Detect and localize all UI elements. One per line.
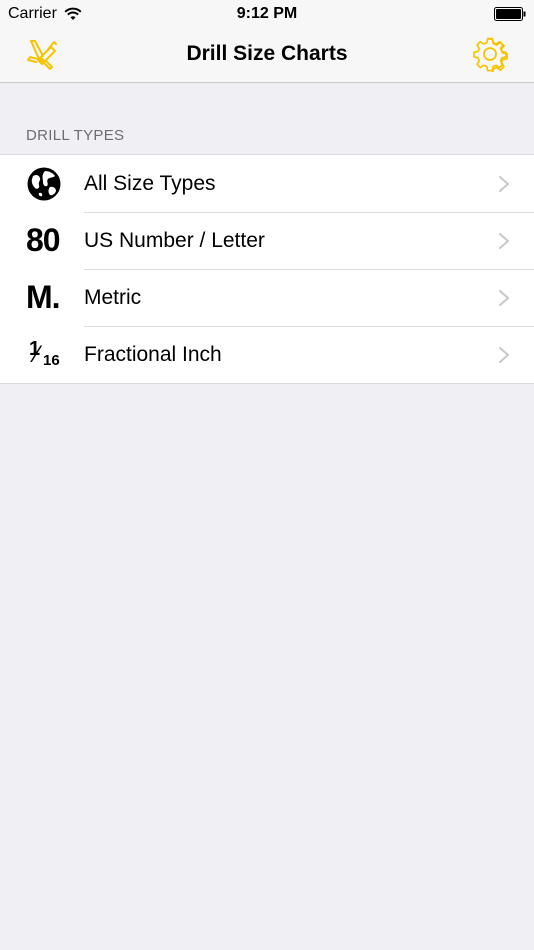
- globe-icon: [26, 155, 66, 212]
- chevron-right-icon: [499, 347, 509, 363]
- status-bar: Carrier 9:12 PM: [0, 0, 534, 28]
- list-item-all-size-types[interactable]: All Size Types: [0, 155, 534, 212]
- navigation-bar: Drill Size Charts: [0, 28, 534, 83]
- chevron-right-icon: [499, 290, 509, 306]
- list-item-label: US Number / Letter: [84, 229, 265, 252]
- gear-icon: [473, 37, 508, 72]
- list-item-label: Metric: [84, 286, 142, 309]
- fraction-slash: ⁄: [35, 340, 40, 368]
- list-item-us-number-letter[interactable]: 80 US Number / Letter: [0, 212, 534, 269]
- fraction-denominator: 16: [43, 351, 60, 369]
- status-time: 9:12 PM: [236, 5, 298, 22]
- page-title: Drill Size Charts: [186, 42, 348, 65]
- drill-types-list: All Size Types 80 US Number / Letter M. …: [0, 154, 534, 384]
- chevron-right-icon: [499, 233, 509, 249]
- fraction-icon: 1 ⁄ 16: [26, 326, 66, 383]
- chevron-right-icon: [499, 176, 509, 192]
- list-item-label: All Size Types: [84, 172, 216, 195]
- number-80-icon: 80: [26, 222, 61, 258]
- list-item-fractional-inch[interactable]: 1 ⁄ 16 Fractional Inch: [0, 326, 534, 383]
- list-item-label: Fractional Inch: [84, 343, 222, 366]
- section-header-drill-types: DRILL TYPES: [26, 127, 125, 144]
- settings-button[interactable]: [470, 34, 510, 74]
- metric-m-icon: M.: [26, 279, 61, 315]
- battery-icon: [494, 7, 526, 21]
- list-item-metric[interactable]: M. Metric: [0, 269, 534, 326]
